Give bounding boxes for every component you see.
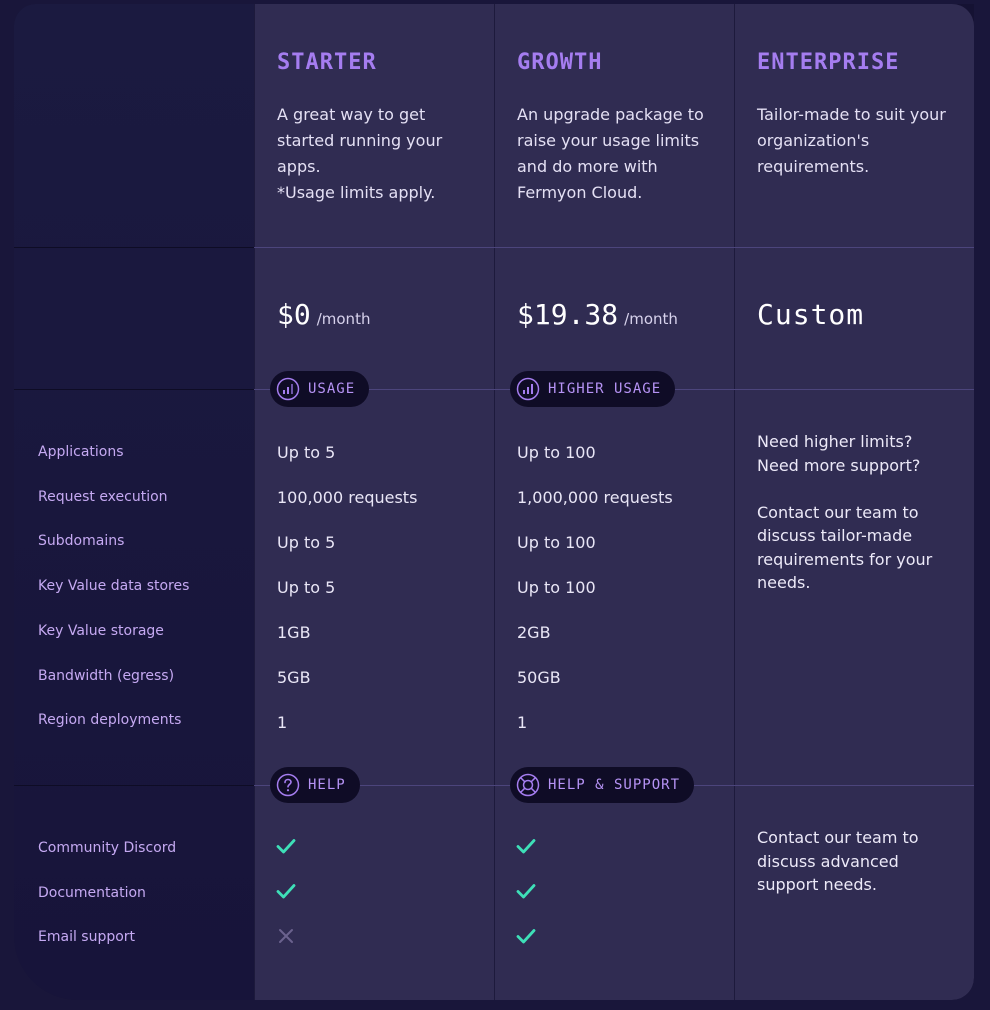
support-badge-growth: HELP & SUPPORT (510, 767, 695, 803)
row-label-region-deployments: Region deployments (38, 712, 182, 728)
divider (14, 247, 254, 248)
price-amount: $19.38 (517, 298, 619, 331)
row-label-email-support: Email support (38, 929, 136, 945)
cell-bandwidth: 5GB (277, 668, 311, 687)
plan-column-growth: GROWTH An upgrade package to raise your … (494, 4, 734, 1000)
check-icon (516, 929, 536, 944)
badge-label: HELP & SUPPORT (548, 777, 681, 793)
plan-price: $19.38/month (517, 298, 678, 331)
plan-description: A great way to get started running your … (277, 105, 443, 202)
signal-bars-icon (276, 377, 300, 401)
plan-name: ENTERPRISE (757, 50, 900, 75)
cell-applications: Up to 100 (517, 443, 596, 462)
row-label-community-discord: Community Discord (38, 840, 177, 856)
enterprise-support-note: Contact our team to discuss advanced sup… (757, 828, 919, 894)
plan-price: Custom (757, 298, 865, 331)
cell-subdomains: Up to 100 (517, 533, 596, 552)
divider (254, 247, 974, 248)
lifebuoy-icon (516, 773, 540, 797)
pricing-table: Applications Request execution Subdomain… (14, 4, 974, 1000)
cell-kv-storage: 1GB (277, 623, 311, 642)
plan-price: $0/month (277, 298, 370, 331)
price-unit: /month (624, 310, 678, 328)
plan-column-enterprise: ENTERPRISE Tailor-made to suit your orga… (734, 4, 974, 1000)
question-circle-icon (276, 773, 300, 797)
enterprise-usage-note: Need higher limits? Need more support? C… (757, 432, 933, 592)
check-icon (516, 884, 536, 899)
row-label-kv-storage: Key Value storage (38, 623, 164, 639)
row-label-applications: Applications (38, 444, 124, 460)
usage-badge-starter: USAGE (270, 371, 370, 407)
cell-request-execution: 1,000,000 requests (517, 488, 673, 507)
usage-badge-growth: HIGHER USAGE (510, 371, 676, 407)
cell-region-deployments: 1 (517, 713, 528, 732)
cell-applications: Up to 5 (277, 443, 336, 462)
cell-kv-data-stores: Up to 100 (517, 578, 596, 597)
signal-bars-icon (516, 377, 540, 401)
divider (14, 389, 254, 390)
row-label-kv-data-stores: Key Value data stores (38, 578, 190, 594)
price-amount: $0 (277, 298, 311, 331)
check-icon (276, 839, 296, 854)
plan-name: STARTER (277, 50, 377, 75)
plan-description: Tailor-made to suit your organization's … (757, 105, 946, 176)
cell-bandwidth: 50GB (517, 668, 561, 687)
badge-label: HELP (308, 777, 346, 793)
plan-description: An upgrade package to raise your usage l… (517, 105, 704, 202)
badge-label: USAGE (308, 381, 356, 397)
cell-kv-data-stores: Up to 5 (277, 578, 336, 597)
feature-label-column: Applications Request execution Subdomain… (14, 4, 254, 1000)
row-label-subdomains: Subdomains (38, 533, 125, 549)
price-unit: /month (316, 310, 371, 328)
plan-name: GROWTH (517, 50, 603, 75)
row-label-request-execution: Request execution (38, 489, 168, 505)
x-icon (279, 929, 293, 943)
plan-column-starter: STARTER A great way to get started runni… (254, 4, 494, 1000)
divider (14, 785, 254, 786)
support-badge-starter: HELP (270, 767, 360, 803)
row-label-documentation: Documentation (38, 885, 146, 901)
row-label-bandwidth: Bandwidth (egress) (38, 668, 175, 684)
cell-region-deployments: 1 (277, 713, 288, 732)
cell-subdomains: Up to 5 (277, 533, 336, 552)
check-icon (516, 839, 536, 854)
check-icon (276, 884, 296, 899)
badge-label: HIGHER USAGE (548, 381, 662, 397)
cell-request-execution: 100,000 requests (277, 488, 418, 507)
cell-kv-storage: 2GB (517, 623, 551, 642)
